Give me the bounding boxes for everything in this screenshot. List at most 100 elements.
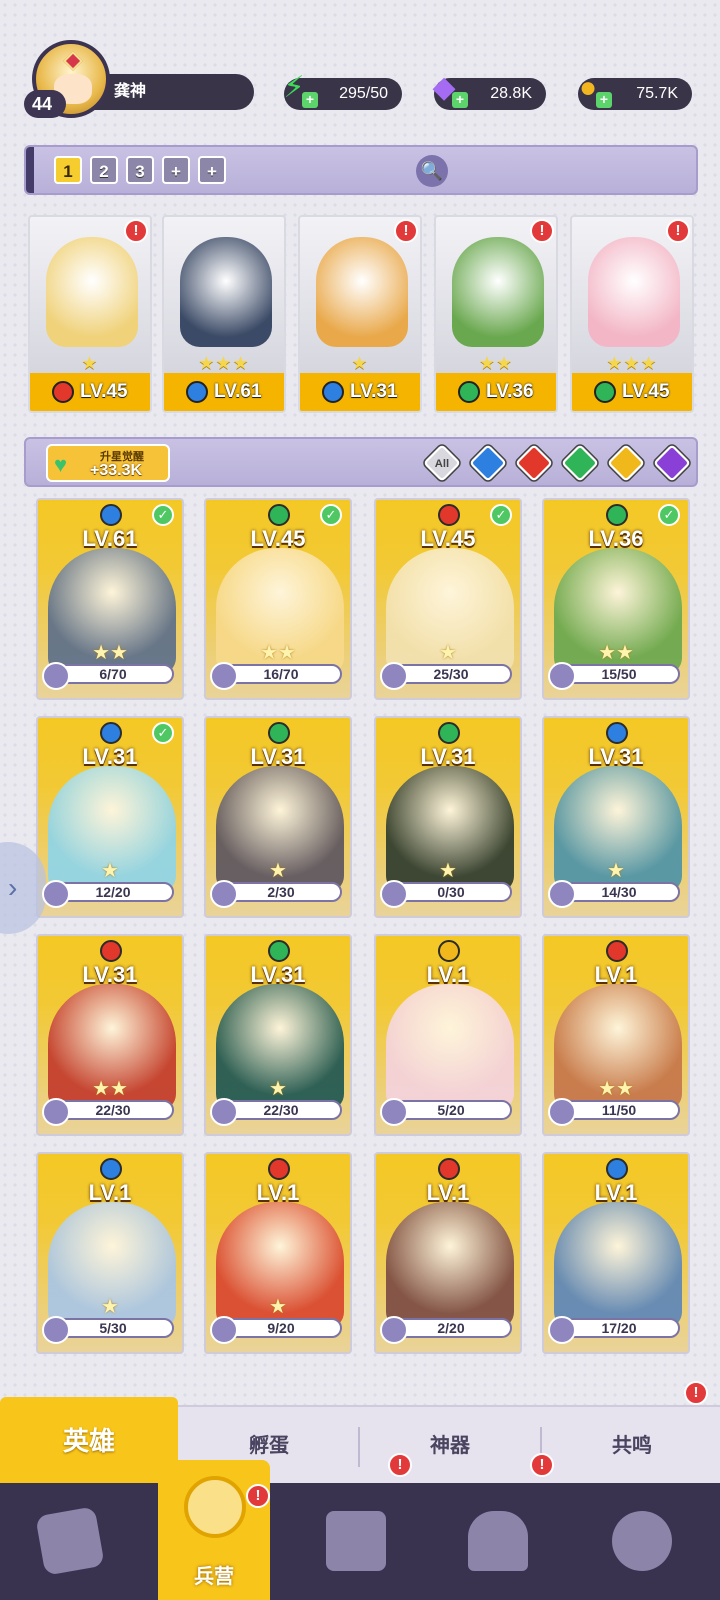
nav-castle[interactable] (458, 1501, 538, 1581)
team-slot-1[interactable]: 1 (54, 156, 82, 184)
chevron-right-icon: › (8, 872, 18, 903)
team-selector-bar: 1 2 3 + + 🔍 (24, 145, 698, 195)
hero-card[interactable]: ✓ LV.61 ★★ 6/70 (36, 498, 184, 700)
coins-counter[interactable]: ● + 75.7K (578, 72, 692, 110)
filter-water-icon[interactable] (468, 443, 508, 483)
hero-stars: ★ (81, 353, 99, 373)
hero-shard-progress: 2/30 (210, 880, 342, 908)
hero-shard-progress: 12/20 (42, 880, 174, 908)
team-hero-card[interactable]: ★★★ LV.45! (570, 215, 694, 413)
tab-artifact[interactable]: 神器 (362, 1407, 538, 1485)
fire-element-icon (52, 381, 74, 403)
water-element-icon (100, 722, 122, 744)
team-hero-card[interactable]: ★ LV.45! (28, 215, 152, 413)
map-icon (326, 1511, 386, 1571)
hero-level: LV.1 (594, 1180, 638, 1205)
energy-counter[interactable]: ⚡ + 295/50 (283, 72, 402, 110)
hero-shard-progress: 0/30 (380, 880, 512, 908)
hero-stars: ★ (439, 860, 457, 882)
hero-portrait (386, 984, 514, 1110)
hero-shard-progress: 9/20 (210, 1316, 342, 1344)
nav-map[interactable] (316, 1501, 396, 1581)
hero-level: LV.36 (486, 381, 534, 402)
wind-element-icon (458, 381, 480, 403)
team-slot-add-1[interactable]: + (162, 156, 190, 184)
filter-dark-icon[interactable] (652, 443, 692, 483)
hero-card[interactable]: LV.1 ★★ 11/50 (542, 934, 690, 1136)
gems-counter[interactable]: ◆ + 28.8K (432, 72, 546, 110)
wind-element-icon (268, 722, 290, 744)
barracks-icon (184, 1476, 246, 1538)
water-element-icon (100, 1158, 122, 1180)
hero-level: LV.31 (350, 381, 398, 402)
hero-card[interactable]: LV.1 ★ 9/20 (204, 1152, 352, 1354)
hero-stars: ★ (269, 1078, 287, 1100)
hero-card[interactable]: LV.31 ★ 0/30 (374, 716, 522, 918)
hero-level: LV.31 (250, 744, 306, 769)
filter-light-icon[interactable] (606, 443, 646, 483)
hero-level: LV.31 (588, 744, 644, 769)
hero-card[interactable]: LV.1 ★ 5/30 (36, 1152, 184, 1354)
team-slot-2[interactable]: 2 (90, 156, 118, 184)
hero-portrait (386, 1202, 514, 1328)
checkmark-icon: ✓ (320, 504, 342, 526)
team-slot-add-2[interactable]: + (198, 156, 226, 184)
hero-card[interactable]: LV.1 2/20 (374, 1152, 522, 1354)
hero-shard-progress: 2/20 (380, 1316, 512, 1344)
awaken-value: +33.3K (90, 462, 143, 479)
hero-alert-icon: ! (530, 219, 554, 243)
awaken-bonus-button[interactable]: ♥ 升星觉醒 +33.3K (46, 444, 170, 482)
checkmark-icon: ✓ (658, 504, 680, 526)
nav-guild[interactable] (602, 1501, 682, 1581)
hero-shard-progress: 15/50 (548, 662, 680, 690)
hero-shard-progress: 22/30 (210, 1098, 342, 1126)
hero-level-footer: LV.36 (436, 373, 556, 411)
filter-all-button[interactable]: All (422, 443, 462, 483)
team-hero-card[interactable]: ★★★ LV.61 (162, 215, 286, 413)
checkmark-icon: ✓ (152, 722, 174, 744)
hero-card[interactable]: LV.31 ★ 14/30 (542, 716, 690, 918)
hero-card[interactable]: LV.31 ★ 22/30 (204, 934, 352, 1136)
hero-shard-progress: 17/20 (548, 1316, 680, 1344)
hero-card[interactable]: ✓ LV.36 ★★ 15/50 (542, 498, 690, 700)
hero-level: LV.31 (82, 962, 138, 987)
hero-shard-progress: 16/70 (210, 662, 342, 690)
category-tabs: 英雄 孵蛋 神器 共鸣 ! (0, 1381, 720, 1485)
tab-resonance[interactable]: 共鸣 (544, 1407, 720, 1485)
hero-card[interactable]: LV.1 5/20 (374, 934, 522, 1136)
hero-level: LV.61 (82, 526, 138, 551)
filter-fire-icon[interactable] (514, 443, 554, 483)
hero-card[interactable]: LV.31 ★ 2/30 (204, 716, 352, 918)
castle-icon (468, 1511, 528, 1571)
add-energy-icon[interactable]: + (302, 92, 318, 108)
hero-level: LV.45 (420, 526, 476, 551)
wind-element-icon (606, 504, 628, 526)
heart-icon: ♥ (54, 452, 68, 477)
hero-stars: ★★ (598, 1078, 634, 1100)
hero-portrait (180, 237, 272, 347)
add-gems-icon[interactable]: + (452, 92, 468, 108)
hero-card[interactable]: LV.1 17/20 (542, 1152, 690, 1354)
hero-portrait (554, 1202, 682, 1328)
team-hero-card[interactable]: ★ LV.31! (298, 215, 422, 413)
nav-cards[interactable] (30, 1501, 110, 1581)
filter-wind-icon[interactable] (560, 443, 600, 483)
search-icon[interactable]: 🔍 (416, 155, 448, 187)
hero-level: LV.1 (88, 1180, 132, 1205)
hero-stars: ★ (269, 1296, 287, 1318)
add-coins-icon[interactable]: + (596, 92, 612, 108)
team-slot-3[interactable]: 3 (126, 156, 154, 184)
team-hero-card[interactable]: ★★ LV.36! (434, 215, 558, 413)
hero-stars: ★ (269, 860, 287, 882)
wind-element-icon (594, 381, 616, 403)
hero-card[interactable]: ✓ LV.45 ★★ 16/70 (204, 498, 352, 700)
nav-barracks[interactable]: 兵营 ! (158, 1460, 270, 1600)
water-element-icon (322, 381, 344, 403)
hero-card[interactable]: LV.31 ★★ 22/30 (36, 934, 184, 1136)
hero-card[interactable]: ✓ LV.45 ★ 25/30 (374, 498, 522, 700)
hero-card[interactable]: ✓ LV.31 ★ 12/20 (36, 716, 184, 918)
hero-shard-progress: 11/50 (548, 1098, 680, 1126)
tab-heroes[interactable]: 英雄 (0, 1397, 178, 1485)
hero-stars: ★★ (260, 642, 296, 664)
fire-element-icon (438, 1158, 460, 1180)
